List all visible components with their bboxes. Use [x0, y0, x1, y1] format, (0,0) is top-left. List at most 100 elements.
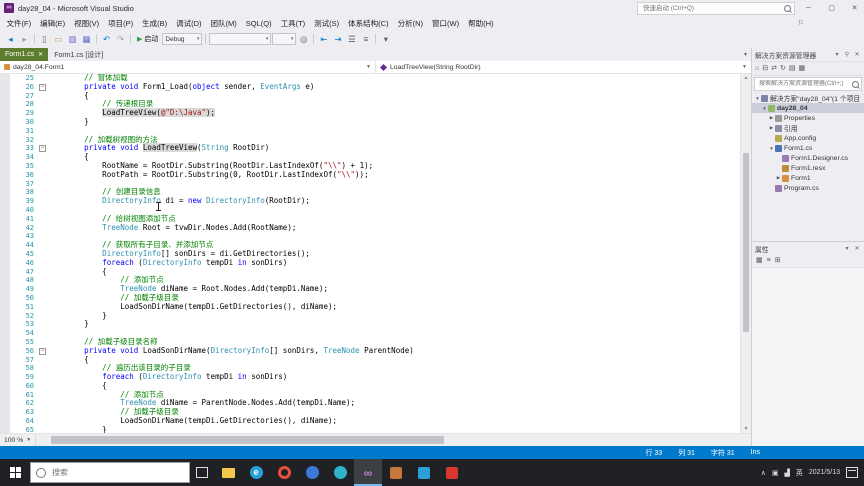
quick-launch-box[interactable] [637, 1, 795, 15]
tree-item[interactable]: ▼ day28_04 [752, 103, 864, 113]
close-icon[interactable]: ✕ [38, 52, 43, 58]
expand-icon[interactable]: ▶ [775, 175, 782, 181]
redo-icon[interactable]: ↷ [114, 32, 127, 46]
tree-item[interactable]: ▶ Properties [752, 113, 864, 123]
decrease-indent-icon[interactable]: ⇤ [317, 32, 330, 46]
menu-item[interactable]: 项目(P) [104, 18, 138, 29]
menu-item[interactable]: 团队(M) [206, 18, 241, 29]
fold-gutter[interactable]: − − − [37, 74, 48, 433]
close-icon[interactable]: ✕ [853, 245, 861, 252]
visual-studio-icon[interactable]: ∞ [354, 459, 382, 486]
menu-item[interactable]: 测试(S) [310, 18, 344, 29]
breadcrumb-type-dropdown[interactable]: day28_04.Form1 ▼ [0, 61, 376, 73]
code-editor[interactable]: 25 26 27 28 29 30 31 32 33 34 35 36 37 38 39 40 41 42 43 44… [0, 74, 751, 434]
save-all-icon[interactable]: ▦ [80, 32, 93, 46]
alphabetical-icon[interactable]: ≡ [767, 256, 771, 266]
fold-toggle-icon[interactable]: − [39, 347, 46, 355]
collapse-icon[interactable]: ▼ [754, 96, 761, 101]
open-file-icon[interactable]: ▭ [52, 32, 65, 46]
menu-item[interactable]: 调试(D) [172, 18, 206, 29]
undo-icon[interactable]: ↶ [100, 32, 113, 46]
tab-form1-cs[interactable]: Form1.cs ✕ [0, 48, 49, 61]
language-indicator[interactable]: 英 [796, 468, 803, 478]
action-center-icon[interactable] [846, 467, 858, 478]
taskbar-search-input[interactable] [50, 467, 184, 478]
browser-icon[interactable] [270, 459, 298, 486]
menu-item[interactable]: 分析(N) [393, 18, 427, 29]
collapse-all-icon[interactable]: ⊟ [762, 64, 768, 74]
scrollbar-thumb[interactable] [743, 152, 749, 333]
find-icon[interactable]: ◎ [297, 32, 310, 46]
menu-item[interactable]: 体系结构(C) [344, 18, 393, 29]
collapse-icon[interactable]: ▼ [761, 106, 768, 111]
solution-search-input[interactable] [757, 80, 850, 88]
vscode-icon[interactable] [410, 459, 438, 486]
task-view-button[interactable] [190, 459, 214, 486]
code-line[interactable]: } [48, 311, 740, 321]
menu-item[interactable]: 帮助(H) [464, 18, 498, 29]
code-line[interactable]: foreach (DirectoryInfo tempDi in sonDirs… [48, 258, 740, 268]
app-icon-orange[interactable] [382, 459, 410, 486]
maximize-button[interactable]: ▢ [822, 1, 841, 16]
feedback-icon[interactable]: ⚐ [798, 19, 804, 27]
save-icon[interactable]: ▥ [66, 32, 79, 46]
collapse-icon[interactable]: ▼ [768, 146, 775, 151]
solution-search-box[interactable] [754, 77, 862, 91]
tree-item[interactable]: Form1.resx [752, 163, 864, 173]
pin-icon[interactable]: ⚲ [843, 51, 851, 58]
code-line[interactable]: private void Form1_Load(object sender, E… [48, 82, 740, 92]
menu-item[interactable]: 生成(B) [138, 18, 172, 29]
solution-explorer-header[interactable]: 解决方案资源管理器 ▾ ⚲ ✕ [752, 48, 864, 61]
code-line[interactable]: foreach (DirectoryInfo tempDi in sonDirs… [48, 372, 740, 382]
minimize-button[interactable]: ─ [799, 1, 818, 16]
menu-item[interactable]: 窗口(W) [428, 18, 464, 29]
code-content[interactable]: // 窗体加载 private void Form1_Load(object s… [48, 74, 740, 433]
tree-item[interactable]: Program.cs [752, 183, 864, 193]
zoom-control[interactable]: 100 % ▼ [0, 434, 37, 446]
tray-icon-1[interactable]: ▣ [772, 469, 779, 477]
sync-with-active-document-icon[interactable]: ⇄ [771, 64, 777, 74]
code-line[interactable]: } [48, 319, 740, 329]
close-icon[interactable]: ✕ [853, 51, 861, 58]
tab-form1-cs-design[interactable]: Form1.cs [设计] [48, 48, 109, 61]
properties-header[interactable]: 属性 ▾ ✕ [752, 242, 864, 255]
new-file-icon[interactable]: ▯ [38, 32, 51, 46]
chevron-down-icon[interactable]: ▾ [843, 245, 851, 252]
app-icon-teal[interactable] [326, 459, 354, 486]
code-line[interactable]: private void LoadSonDirName(DirectoryInf… [48, 346, 740, 356]
fold-toggle-icon[interactable]: − [39, 83, 46, 91]
code-line[interactable]: TreeNode Root = tvwDir.Nodes.Add(RootNam… [48, 223, 740, 233]
tree-item[interactable]: ▼ 解决方案"day28_04"(1 个项目 [752, 93, 864, 103]
menu-item[interactable]: 编辑(E) [36, 18, 70, 29]
tree-item[interactable]: ▶ Form1 [752, 173, 864, 183]
scroll-up-icon[interactable]: ▲ [741, 75, 751, 81]
properties-icon[interactable]: ▦ [798, 64, 805, 74]
increase-indent-icon[interactable]: ⇥ [331, 32, 344, 46]
close-button[interactable]: ✕ [845, 1, 864, 16]
edge-icon[interactable]: e [242, 459, 270, 486]
uncomment-icon[interactable]: ≡ [359, 32, 372, 46]
home-icon[interactable]: ⌂ [755, 64, 759, 74]
platform-dropdown[interactable]: ▾ [209, 33, 272, 45]
expand-icon[interactable]: ▶ [768, 125, 775, 131]
menu-item[interactable]: 文件(F) [2, 18, 36, 29]
fold-toggle-icon[interactable]: − [39, 145, 46, 153]
comment-icon[interactable]: ☰ [345, 32, 358, 46]
debug-config-dropdown[interactable]: Debug ▾ [162, 33, 203, 45]
run-target-dropdown[interactable]: ▾ [272, 33, 297, 45]
tree-item[interactable]: App.config [752, 133, 864, 143]
code-line[interactable]: LoadSonDirName(tempDi.GetDirectories(), … [48, 302, 740, 312]
menu-item[interactable]: SQL(Q) [241, 19, 276, 28]
hidden-icons-chevron[interactable]: ∧ [761, 469, 766, 477]
network-icon[interactable]: ▟ [784, 469, 789, 477]
chevron-down-icon[interactable]: ▾ [833, 51, 841, 58]
scroll-down-icon[interactable]: ▼ [741, 426, 751, 432]
code-line[interactable]: DirectoryInfo di = new DirectoryInfo(Roo… [48, 196, 740, 206]
show-all-files-icon[interactable]: ▤ [789, 64, 796, 74]
app-icon-red[interactable] [438, 459, 466, 486]
editor-horizontal-scrollbar[interactable] [36, 434, 751, 446]
tree-item[interactable]: ▼ Form1.cs [752, 143, 864, 153]
breakpoint-margin[interactable] [0, 74, 10, 433]
code-line[interactable]: LoadSonDirName(tempDi.GetDirectories(), … [48, 416, 740, 426]
code-line[interactable]: LoadTreeView(@"D:\Java"); [48, 108, 740, 118]
